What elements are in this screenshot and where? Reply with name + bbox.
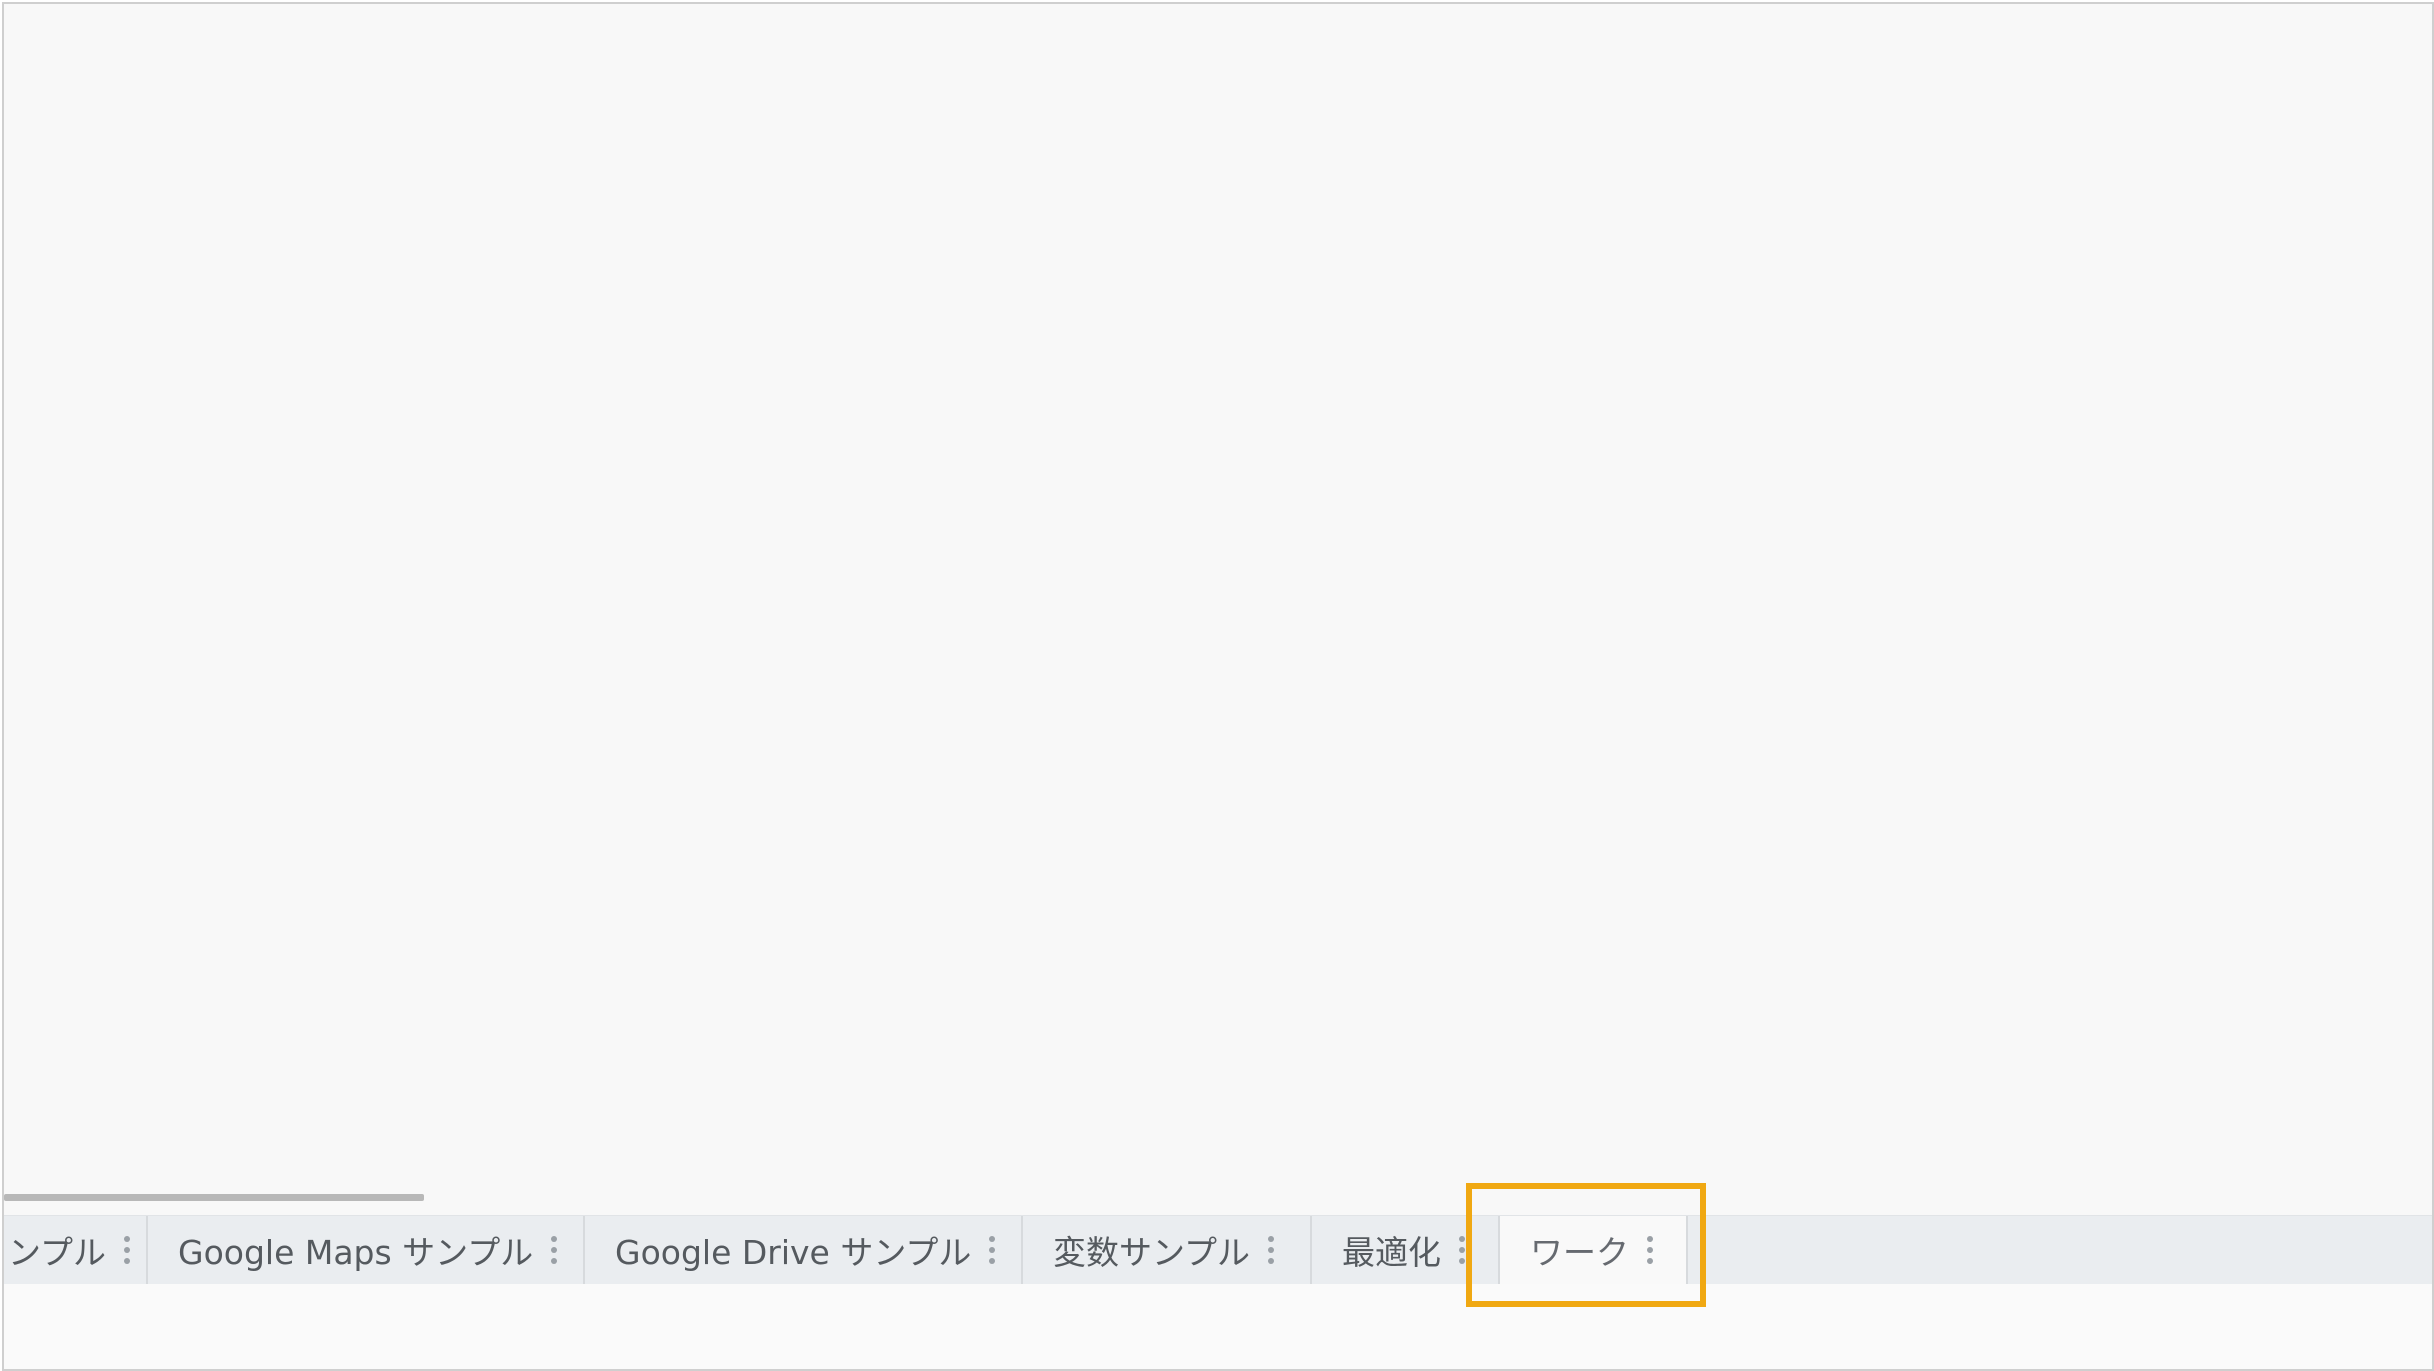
sheet-tab-label: ンプル xyxy=(8,1233,107,1272)
sheet-tab-google-maps-sample[interactable]: Google Maps サンプル xyxy=(148,1216,585,1284)
sheet-tab-label: Google Maps サンプル xyxy=(178,1233,534,1272)
more-vert-icon[interactable] xyxy=(1268,1236,1276,1264)
sheet-tab-bar: ンプル Google Maps サンプル Google Drive サンプル 変… xyxy=(4,1215,2432,1285)
highlight-box xyxy=(1466,1183,1706,1307)
sheet-tab-label: Google Drive サンプル xyxy=(615,1233,972,1272)
more-vert-icon[interactable] xyxy=(989,1236,997,1264)
more-vert-icon[interactable] xyxy=(551,1236,559,1264)
sheet-tab-label: 最適化 xyxy=(1342,1233,1441,1272)
sheet-tab-label: 変数サンプル xyxy=(1053,1233,1251,1272)
sheet-grid-area[interactable] xyxy=(4,4,2432,1194)
sheet-tab-google-drive-sample[interactable]: Google Drive サンプル xyxy=(585,1216,1023,1284)
spreadsheet-window: ンプル Google Maps サンプル Google Drive サンプル 変… xyxy=(2,2,2434,1371)
horizontal-scrollbar[interactable] xyxy=(4,1194,424,1201)
sheet-tab-variable-sample[interactable]: 変数サンプル xyxy=(1023,1216,1312,1284)
footer-area xyxy=(4,1284,2432,1369)
more-vert-icon[interactable] xyxy=(124,1236,132,1264)
sheet-tab-partial[interactable]: ンプル xyxy=(4,1216,148,1284)
